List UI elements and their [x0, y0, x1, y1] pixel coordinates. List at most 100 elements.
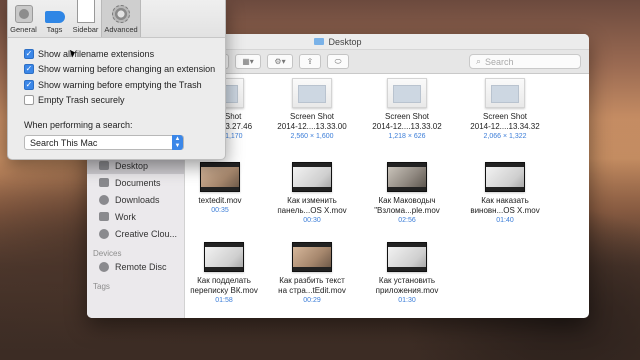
option-label: Empty Trash securely: [38, 95, 125, 106]
preferences-toolbar: General Tags Sidebar Advanced: [8, 0, 225, 38]
sidebar-item-label: Desktop: [115, 160, 149, 171]
folder-icon: [314, 38, 325, 45]
preferences-body: ✓ Show all filename extensions ✓ Show wa…: [8, 38, 225, 150]
remote-disc-icon: [99, 261, 109, 272]
finder-preferences-window: General Tags Sidebar Advanced ✓ Show all…: [7, 0, 226, 160]
chevron-updown-icon: ▲ ▼: [172, 135, 183, 150]
file-name: Как разбить текст: [279, 276, 345, 285]
sidebar-item-downloads[interactable]: Downloads: [87, 191, 184, 208]
file-duration: 00:30: [303, 217, 321, 224]
arrange-icon: ▦▾: [242, 57, 254, 66]
file-name: textedit.mov: [198, 196, 242, 205]
checkbox-checked[interactable]: ✓: [24, 64, 34, 75]
file-item[interactable]: Как изменить панель...OS X.mov 00:30: [267, 162, 357, 225]
file-item[interactable]: Как подделать переписку ВК.mov 01:58: [179, 242, 269, 305]
tab-sidebar[interactable]: Sidebar: [70, 0, 101, 37]
sidebar-item-label: Remote Disc: [115, 261, 167, 272]
tab-general[interactable]: General: [8, 0, 39, 37]
file-name-line2: 2014-12....13.33.02: [372, 122, 442, 131]
sidebar-icon: [76, 0, 95, 23]
file-item[interactable]: Screen Shot 2014-12....13.33.02 1,218 × …: [362, 78, 452, 141]
file-duration: 00:35: [211, 207, 229, 214]
option-label: Show warning before changing an extensio…: [38, 64, 216, 75]
file-thumbnail: [387, 78, 427, 108]
tab-label: General: [10, 25, 37, 34]
action-button[interactable]: ⚙▾: [267, 54, 293, 69]
file-name: Как подделать: [197, 276, 251, 285]
tags-icon: [44, 11, 65, 23]
file-duration: 01:58: [215, 297, 233, 304]
file-name-line2: "Взлома...ple.mov: [374, 206, 440, 215]
search-scope-value: Search This Mac: [30, 137, 98, 148]
video-thumbnail: [292, 242, 332, 272]
sidebar-item-remote-disc[interactable]: Remote Disc: [87, 258, 184, 275]
video-thumbnail: [485, 162, 525, 192]
file-meta: 1,218 × 626: [388, 133, 426, 140]
sidebar-item-label: Documents: [115, 177, 161, 188]
file-item[interactable]: Как наказать виновн...OS X.mov 01:40: [460, 162, 550, 225]
sidebar-item-label: Creative Clou...: [115, 228, 178, 239]
file-duration: 00:29: [303, 297, 321, 304]
tab-label: Tags: [46, 25, 63, 34]
file-item[interactable]: Как разбить текст на стра...tEdit.mov 00…: [267, 242, 357, 305]
file-thumbnail: [292, 78, 332, 108]
sidebar-item-documents[interactable]: Documents: [87, 174, 184, 191]
video-thumbnail: [387, 242, 427, 272]
option-warn-empty-trash[interactable]: ✓ Show warning before emptying the Trash: [24, 77, 225, 93]
file-item[interactable]: textedit.mov 00:35: [175, 162, 265, 215]
sidebar-item-creative-cloud[interactable]: Creative Clou...: [87, 225, 184, 242]
file-name: Как наказать: [481, 196, 529, 205]
finder-title: Desktop: [314, 36, 362, 47]
option-empty-trash-securely[interactable]: Empty Trash securely: [24, 93, 225, 109]
tag-button[interactable]: ⬭: [327, 54, 349, 69]
file-meta: 2,560 × 1,600: [290, 133, 334, 140]
file-item[interactable]: Screen Shot 2014-12....13.34.32 2,066 × …: [460, 78, 550, 141]
search-field[interactable]: ⌕ Search: [469, 54, 581, 69]
video-thumbnail: [387, 162, 427, 192]
file-name-line2: 2014-12....13.34.32: [470, 122, 540, 131]
share-button[interactable]: ⇪: [299, 54, 321, 69]
search-placeholder: Search: [485, 56, 514, 67]
file-name-line2: на стра...tEdit.mov: [278, 286, 346, 295]
tag-icon: ⬭: [334, 56, 342, 66]
file-name: Как Маководыч: [378, 196, 436, 205]
gear-icon: [112, 5, 130, 23]
file-item[interactable]: Screen Shot 2014-12....13.33.00 2,560 × …: [267, 78, 357, 141]
file-name-line2: переписку ВК.mov: [190, 286, 258, 295]
option-show-extensions[interactable]: ✓ Show all filename extensions: [24, 46, 225, 62]
file-name: Как установить: [378, 276, 436, 285]
sidebar-item-label: Downloads: [115, 194, 160, 205]
sidebar-devices-header: Devices: [93, 249, 122, 258]
checkbox-checked[interactable]: ✓: [24, 79, 34, 90]
file-meta: 2,066 × 1,322: [483, 133, 527, 140]
sidebar-item-label: Work: [115, 211, 136, 222]
option-warn-change-extension[interactable]: ✓ Show warning before changing an extens…: [24, 62, 225, 78]
sidebar-tags-header: Tags: [93, 282, 110, 291]
file-duration: 01:30: [398, 297, 416, 304]
file-name: Как изменить: [287, 196, 337, 205]
file-name-line2: приложения.mov: [375, 286, 439, 295]
tab-label: Sidebar: [72, 25, 99, 34]
search-scope-popup[interactable]: Search This Mac ▲ ▼: [24, 135, 184, 150]
creative-cloud-icon: [99, 228, 109, 239]
file-item[interactable]: Как Маководыч "Взлома...ple.mov 02:56: [362, 162, 452, 225]
file-duration: 01:40: [496, 217, 514, 224]
video-thumbnail: [200, 162, 240, 192]
window-title: Desktop: [328, 36, 362, 47]
file-item[interactable]: Как установить приложения.mov 01:30: [362, 242, 452, 305]
sidebar-item-work[interactable]: Work: [87, 208, 184, 225]
checkbox-checked[interactable]: ✓: [24, 48, 34, 59]
file-name-line2: 2014-12....13.33.00: [277, 122, 347, 131]
file-name: Screen Shot: [289, 112, 335, 121]
downloads-icon: [99, 194, 109, 205]
documents-icon: [99, 178, 109, 187]
search-scope-label: When performing a search:: [24, 120, 133, 130]
arrange-button[interactable]: ▦▾: [235, 54, 261, 69]
tab-advanced[interactable]: Advanced: [101, 0, 141, 37]
file-duration: 02:56: [398, 217, 416, 224]
checkbox-unchecked[interactable]: [24, 95, 34, 106]
file-name-line2: виновн...OS X.mov: [470, 206, 540, 215]
file-grid: reen Shot 4-12....13.27.46 244 × 1,170 S…: [185, 75, 589, 318]
folder-icon: [99, 212, 109, 221]
tab-tags[interactable]: Tags: [39, 0, 70, 37]
